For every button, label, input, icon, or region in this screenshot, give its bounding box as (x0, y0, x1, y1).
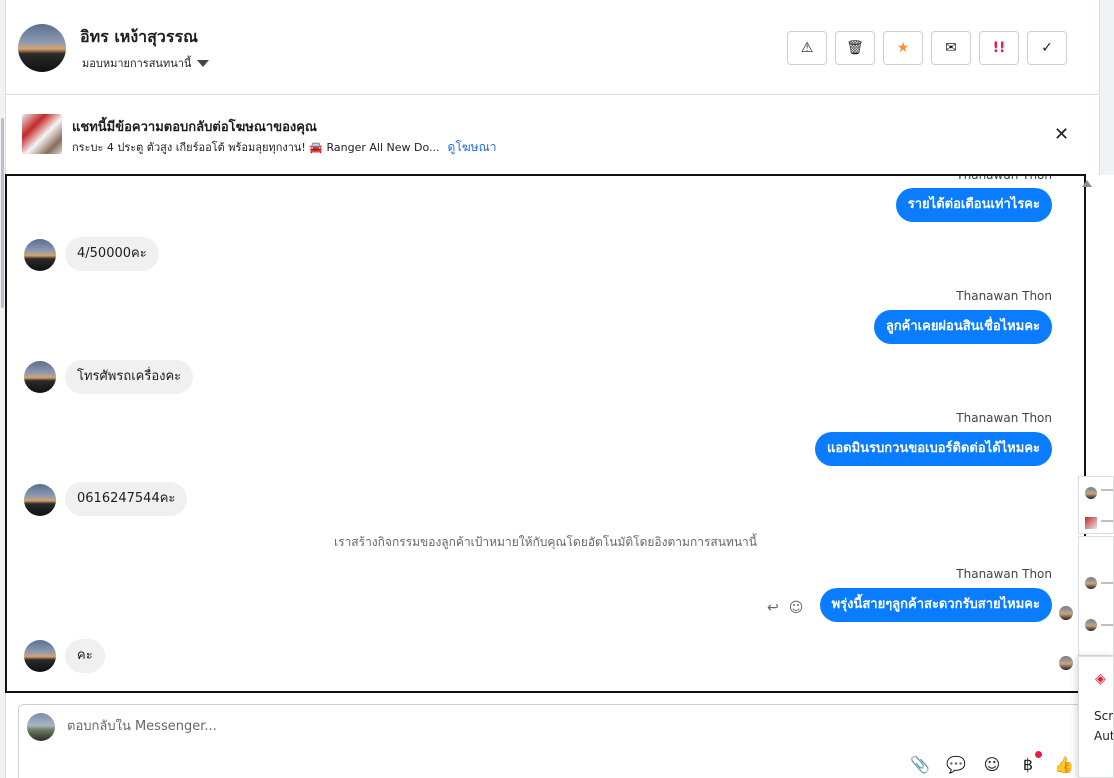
check-icon: ✓ (1041, 40, 1053, 56)
reply-input[interactable] (67, 719, 867, 734)
star-icon: ★ (896, 40, 910, 56)
mini-text-line (1101, 624, 1113, 626)
urgent-icon: !! (992, 40, 1006, 56)
saved-reply-button[interactable]: 💬 (945, 753, 967, 775)
paperclip-icon: 📎 (910, 754, 930, 774)
ad-banner-subtitle: กระบะ 4 ประตู ตัวสูง เกียร์ออโต้ พร้อมลุ… (72, 138, 496, 157)
message-tools: ↩ ☺ (767, 600, 803, 616)
outgoing-message[interactable]: แอดมินรบกวนขอเบอร์ติดต่อได้ไหมคะ (814, 432, 1052, 466)
close-icon[interactable]: ✕ (1054, 124, 1069, 145)
emoji-button[interactable]: ☺ (981, 753, 1003, 775)
baht-icon: ฿ (1022, 754, 1034, 774)
mini-popup-text: Scre (1094, 709, 1113, 723)
sender-name: Thanawan Thon (956, 174, 1052, 182)
conversation-actions: ⚠ 🗑 ★ ✉ !! ✓ (787, 31, 1067, 65)
thumbs-up-icon: 👍 (1054, 754, 1074, 774)
envelope-open-icon: ✉ (945, 40, 957, 56)
contact-avatar-small[interactable] (24, 484, 56, 516)
reply-icon[interactable]: ↩ (767, 600, 779, 616)
messenger-inbox-page: อิทร เหง้าสุวรรณ มอบหมายการสนทนานี้ ⚠ 🗑 … (0, 0, 1114, 778)
incoming-message[interactable]: 0616247544คะ (65, 482, 188, 516)
view-ad-link[interactable]: ดูโฆษณา (448, 140, 497, 154)
star-button[interactable]: ★ (883, 31, 923, 65)
mini-conversation-preview[interactable] (1078, 476, 1114, 534)
mini-ad-thumbnail (1085, 517, 1097, 529)
contact-avatar-small[interactable] (24, 361, 56, 393)
trash-icon: 🗑 (846, 40, 864, 56)
chat-bubble-icon: 💬 (946, 754, 966, 774)
like-button[interactable]: 👍 (1053, 753, 1075, 775)
read-receipt-avatar (1059, 606, 1073, 620)
contact-avatar[interactable] (18, 24, 66, 72)
outgoing-message[interactable]: รายได้ต่อเดือนเท่าไรคะ (895, 188, 1052, 222)
assign-label[interactable]: มอบหมายการสนทนานี้ (82, 54, 191, 72)
ad-banner-title: แชทนี้มีข้อความตอบกลับต่อโฆษณาของคุณ (72, 120, 317, 135)
ad-thumbnail[interactable] (22, 114, 62, 154)
composer-toolbar: 📎 💬 ☺ ฿ 👍 (909, 751, 1075, 775)
mini-avatar (1085, 487, 1097, 499)
system-notice: เราสร้างกิจกรรมของลูกค้าเป้าหมายให้กับคุ… (334, 535, 757, 549)
ad-description: กระบะ 4 ประตู ตัวสูง เกียร์ออโต้ พร้อมลุ… (72, 141, 440, 154)
contact-avatar-small[interactable] (24, 239, 56, 271)
outgoing-message[interactable]: ลูกค้าเคยผ่อนสินเชื่อไหมคะ (873, 310, 1052, 344)
sender-name: Thanawan Thon (956, 411, 1052, 425)
mini-popup-text: Aut (1094, 729, 1114, 743)
delete-button[interactable]: 🗑 (835, 31, 875, 65)
contact-name[interactable]: อิทร เหง้าสุวรรณ (80, 25, 198, 50)
assign-conversation[interactable]: มอบหมายการสนทนานี้ (82, 54, 210, 72)
page-avatar (27, 713, 55, 741)
sender-name: Thanawan Thon (956, 567, 1052, 581)
warning-icon: ⚠ (800, 40, 814, 56)
ad-reply-banner: แชทนี้มีข้อความตอบกลับต่อโฆษณาของคุณ กระ… (6, 96, 1099, 174)
mini-text-line (1101, 489, 1113, 491)
incoming-message[interactable]: 4/50000คะ (65, 237, 159, 271)
mark-done-button[interactable]: ✓ (1027, 31, 1067, 65)
smiley-icon: ☺ (983, 754, 1001, 774)
follow-up-button[interactable]: !! (979, 31, 1019, 65)
right-panel-edge (1099, 0, 1114, 175)
mark-unread-button[interactable]: ✉ (931, 31, 971, 65)
incoming-message[interactable]: คะ (65, 639, 105, 673)
mini-avatar (1085, 619, 1097, 631)
app-logo-icon: ◈ (1095, 671, 1106, 687)
message-thread[interactable]: Thanawan Thon รายได้ต่อเดือนเท่าไรคะ 4/5… (5, 174, 1086, 693)
spam-button[interactable]: ⚠ (787, 31, 827, 65)
read-receipt-avatar (1059, 656, 1073, 670)
attachment-icon[interactable]: 📎 (909, 753, 931, 775)
payment-button[interactable]: ฿ (1017, 751, 1042, 775)
react-icon[interactable]: ☺ (789, 600, 804, 616)
mini-text-line (1101, 582, 1113, 584)
message-composer: 📎 💬 ☺ ฿ 👍 (18, 704, 1086, 778)
mini-thread-preview[interactable] (1078, 536, 1114, 656)
outgoing-message[interactable]: พรุ่งนี้สายๆลูกค้าสะดวกรับสายไหมคะ (819, 588, 1052, 622)
notification-dot (1035, 751, 1042, 758)
contact-avatar-small[interactable] (24, 640, 56, 672)
scroll-up-arrow-icon[interactable] (1082, 180, 1092, 187)
left-scrollbar[interactable] (1, 118, 4, 308)
mini-popup-panel[interactable]: ◈ Scre Aut (1078, 656, 1114, 778)
sender-name: Thanawan Thon (956, 289, 1052, 303)
chevron-down-icon[interactable] (197, 59, 210, 67)
incoming-message[interactable]: โทรศัพรถเครื่องคะ (65, 360, 194, 394)
mini-text-line (1101, 520, 1113, 522)
mini-avatar (1085, 577, 1097, 589)
conversation-header: อิทร เหง้าสุวรรณ มอบหมายการสนทนานี้ ⚠ 🗑 … (6, 0, 1099, 95)
